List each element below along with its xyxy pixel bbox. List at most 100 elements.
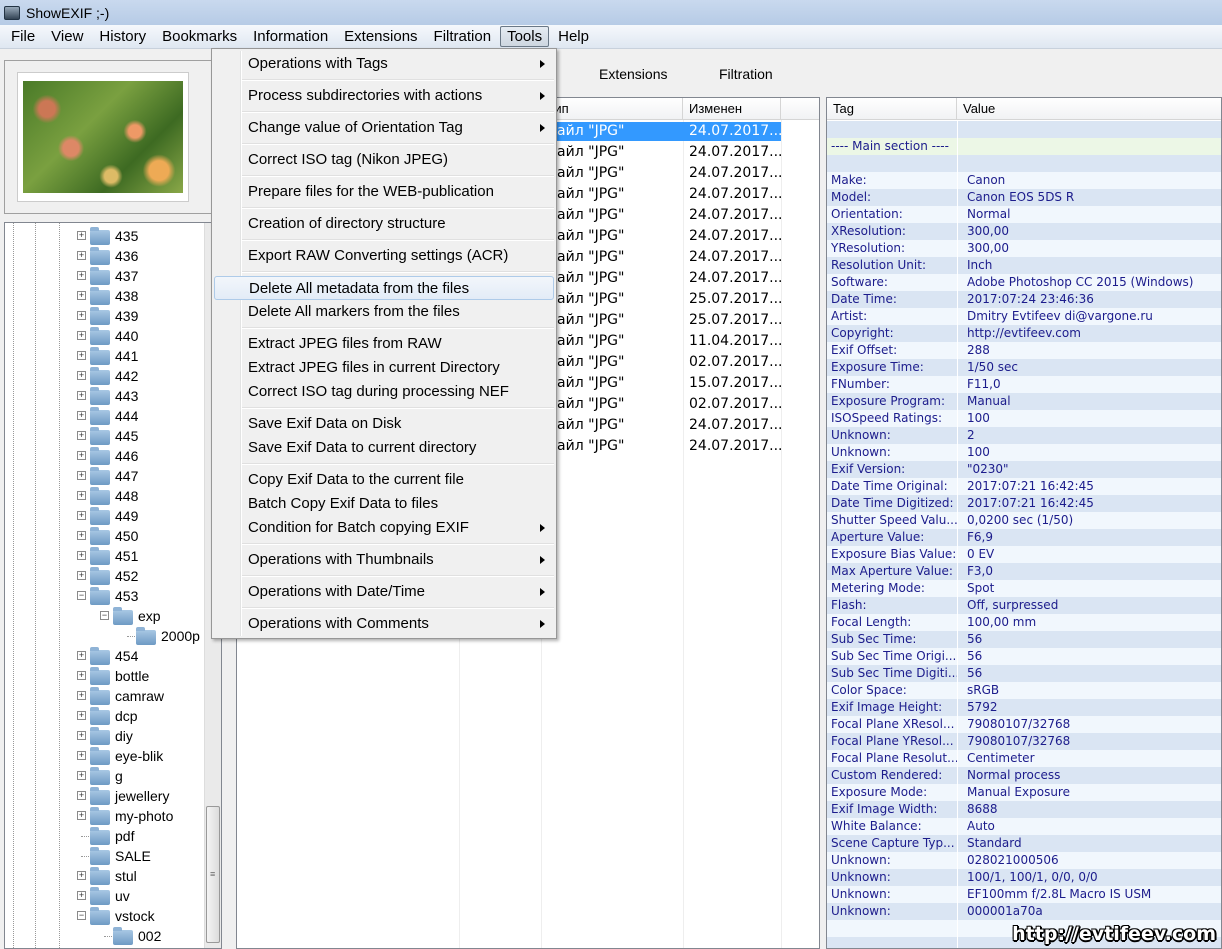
exif-row[interactable]: XResolution: 300,00 — [827, 223, 1221, 240]
tree-node[interactable]: +449 — [5, 506, 205, 526]
menu-item-delete-all-metadata-from-the-files[interactable]: Delete All metadata from the files — [214, 276, 554, 300]
expand-icon[interactable]: + — [77, 671, 86, 680]
exif-row[interactable]: Flash: Off, surpressed — [827, 597, 1221, 614]
tree-node[interactable]: +454 — [5, 646, 205, 666]
tree-node[interactable]: +450 — [5, 526, 205, 546]
expand-icon[interactable]: + — [77, 731, 86, 740]
menu-item-change-value-of-orientation-tag[interactable]: Change value of Orientation Tag — [214, 116, 554, 140]
exif-row[interactable]: Unknown: EF100mm f/2.8L Macro IS USM — [827, 886, 1221, 903]
tree-node[interactable]: + diy — [5, 726, 205, 746]
exif-row[interactable] — [827, 121, 1221, 138]
exif-row[interactable]: Copyright: http://evtifeev.com — [827, 325, 1221, 342]
expand-icon[interactable]: + — [77, 691, 86, 700]
expand-icon[interactable]: + — [77, 751, 86, 760]
tab-extensions[interactable]: Extensions — [599, 66, 667, 82]
menu-item-extract-jpeg-files-in-current-directory[interactable]: Extract JPEG files in current Directory — [214, 356, 554, 380]
exif-row[interactable]: Exif Offset: 288 — [827, 342, 1221, 359]
tree-node[interactable]: + camraw — [5, 686, 205, 706]
exif-row[interactable]: Orientation: Normal — [827, 206, 1221, 223]
exif-row[interactable]: Metering Mode: Spot — [827, 580, 1221, 597]
exif-row[interactable]: Exif Image Height: 5792 — [827, 699, 1221, 716]
exif-section-row[interactable]: ---- Main section ---- — [827, 138, 1221, 155]
tree-node[interactable]: + bottle — [5, 666, 205, 686]
expand-icon[interactable]: + — [77, 511, 86, 520]
tree-node[interactable]: pdf — [5, 826, 205, 846]
menu-item-copy-exif-data-to-the-current-file[interactable]: Copy Exif Data to the current file — [214, 468, 554, 492]
expand-icon[interactable]: + — [77, 531, 86, 540]
tree-node[interactable]: +440 — [5, 326, 205, 346]
tree-node[interactable]: +452 — [5, 566, 205, 586]
tree-node[interactable]: +437 — [5, 266, 205, 286]
exif-row[interactable]: Exposure Program: Manual — [827, 393, 1221, 410]
menu-item-delete-all-markers-from-the-files[interactable]: Delete All markers from the files — [214, 300, 554, 324]
exif-row[interactable] — [827, 155, 1221, 172]
tree-node[interactable]: +445 — [5, 426, 205, 446]
menu-file[interactable]: File — [4, 26, 42, 47]
exif-row[interactable]: Aperture Value: F6,9 — [827, 529, 1221, 546]
menu-item-operations-with-thumbnails[interactable]: Operations with Thumbnails — [214, 548, 554, 572]
tree-node[interactable]: − vstock — [5, 906, 205, 926]
expand-icon[interactable]: + — [77, 571, 86, 580]
tree-node[interactable]: +446 — [5, 446, 205, 466]
menu-item-operations-with-date-time[interactable]: Operations with Date/Time — [214, 580, 554, 604]
menu-item-correct-iso-tag-nikon-jpeg[interactable]: Correct ISO tag (Nikon JPEG) — [214, 148, 554, 172]
tree-node[interactable]: + my-photo — [5, 806, 205, 826]
photo-thumbnail[interactable] — [23, 81, 183, 193]
exif-row[interactable]: Max Aperture Value: F3,0 — [827, 563, 1221, 580]
exif-row[interactable]: Exposure Mode: Manual Exposure — [827, 784, 1221, 801]
tree-node[interactable]: +451 — [5, 546, 205, 566]
tree-node[interactable]: + eye-blik — [5, 746, 205, 766]
menu-item-batch-copy-exif-data-to-files[interactable]: Batch Copy Exif Data to files — [214, 492, 554, 516]
exif-row[interactable]: Exposure Time: 1/50 sec — [827, 359, 1221, 376]
tree-node[interactable]: − exp — [5, 606, 205, 626]
exif-row[interactable]: Artist: Dmitry Evtifeev di@vargone.ru — [827, 308, 1221, 325]
column-header-tag[interactable]: Tag — [827, 98, 957, 120]
tree-node[interactable]: + uv — [5, 886, 205, 906]
tab-filtration[interactable]: Filtration — [719, 66, 773, 82]
menu-item-export-raw-converting-settings-acr[interactable]: Export RAW Converting settings (ACR) — [214, 244, 554, 268]
menu-item-extract-jpeg-files-from-raw[interactable]: Extract JPEG files from RAW — [214, 332, 554, 356]
column-header-value[interactable]: Value — [957, 98, 1221, 120]
expand-icon[interactable]: + — [77, 431, 86, 440]
expand-icon[interactable]: + — [77, 491, 86, 500]
scrollbar-thumb[interactable]: ≡ — [206, 806, 220, 943]
exif-row[interactable]: Make: Canon — [827, 172, 1221, 189]
exif-row[interactable]: FNumber: F11,0 — [827, 376, 1221, 393]
tree-node[interactable]: +438 — [5, 286, 205, 306]
expand-icon[interactable]: + — [77, 351, 86, 360]
exif-row[interactable]: Unknown: 100/1, 100/1, 0/0, 0/0 — [827, 869, 1221, 886]
collapse-icon[interactable]: − — [77, 591, 86, 600]
menu-extensions[interactable]: Extensions — [337, 26, 424, 47]
expand-icon[interactable]: + — [77, 551, 86, 560]
menu-help[interactable]: Help — [551, 26, 596, 47]
exif-row[interactable]: Model: Canon EOS 5DS R — [827, 189, 1221, 206]
exif-row[interactable]: Exposure Bias Value: 0 EV — [827, 546, 1221, 563]
exif-row[interactable]: Resolution Unit: Inch — [827, 257, 1221, 274]
folder-tree[interactable]: ≡ +435 +436 +437 +438 +439 +440 +441 +442 +443 +4… — [4, 222, 222, 949]
tree-node[interactable]: + jewellery — [5, 786, 205, 806]
exif-row[interactable]: Date Time Original: 2017:07:21 16:42:45 — [827, 478, 1221, 495]
menu-item-creation-of-directory-structure[interactable]: Creation of directory structure — [214, 212, 554, 236]
exif-row[interactable]: Focal Length: 100,00 mm — [827, 614, 1221, 631]
tree-node[interactable]: +441 — [5, 346, 205, 366]
tree-node[interactable]: +444 — [5, 406, 205, 426]
exif-row[interactable]: Custom Rendered: Normal process — [827, 767, 1221, 784]
menu-item-prepare-files-for-the-web-publication[interactable]: Prepare files for the WEB-publication — [214, 180, 554, 204]
expand-icon[interactable]: + — [77, 391, 86, 400]
tree-node[interactable]: − 453 — [5, 586, 205, 606]
menu-item-process-subdirectories-with-actions[interactable]: Process subdirectories with actions — [214, 84, 554, 108]
exif-row[interactable]: Unknown: 2 — [827, 427, 1221, 444]
exif-row[interactable]: ISOSpeed Ratings: 100 — [827, 410, 1221, 427]
menu-item-save-exif-data-to-current-directory[interactable]: Save Exif Data to current directory — [214, 436, 554, 460]
expand-icon[interactable]: + — [77, 771, 86, 780]
exif-row[interactable]: Exif Version: "0230" — [827, 461, 1221, 478]
tree-node[interactable]: +436 — [5, 246, 205, 266]
expand-icon[interactable]: + — [77, 291, 86, 300]
expand-icon[interactable]: + — [77, 371, 86, 380]
tree-node[interactable]: SALE — [5, 846, 205, 866]
collapse-icon[interactable]: − — [100, 611, 109, 620]
menu-item-operations-with-tags[interactable]: Operations with Tags — [214, 52, 554, 76]
tree-node[interactable]: 2000p — [5, 626, 205, 646]
column-header-modified[interactable]: Изменен — [683, 98, 781, 120]
exif-row[interactable]: Sub Sec Time Digiti... 56 — [827, 665, 1221, 682]
